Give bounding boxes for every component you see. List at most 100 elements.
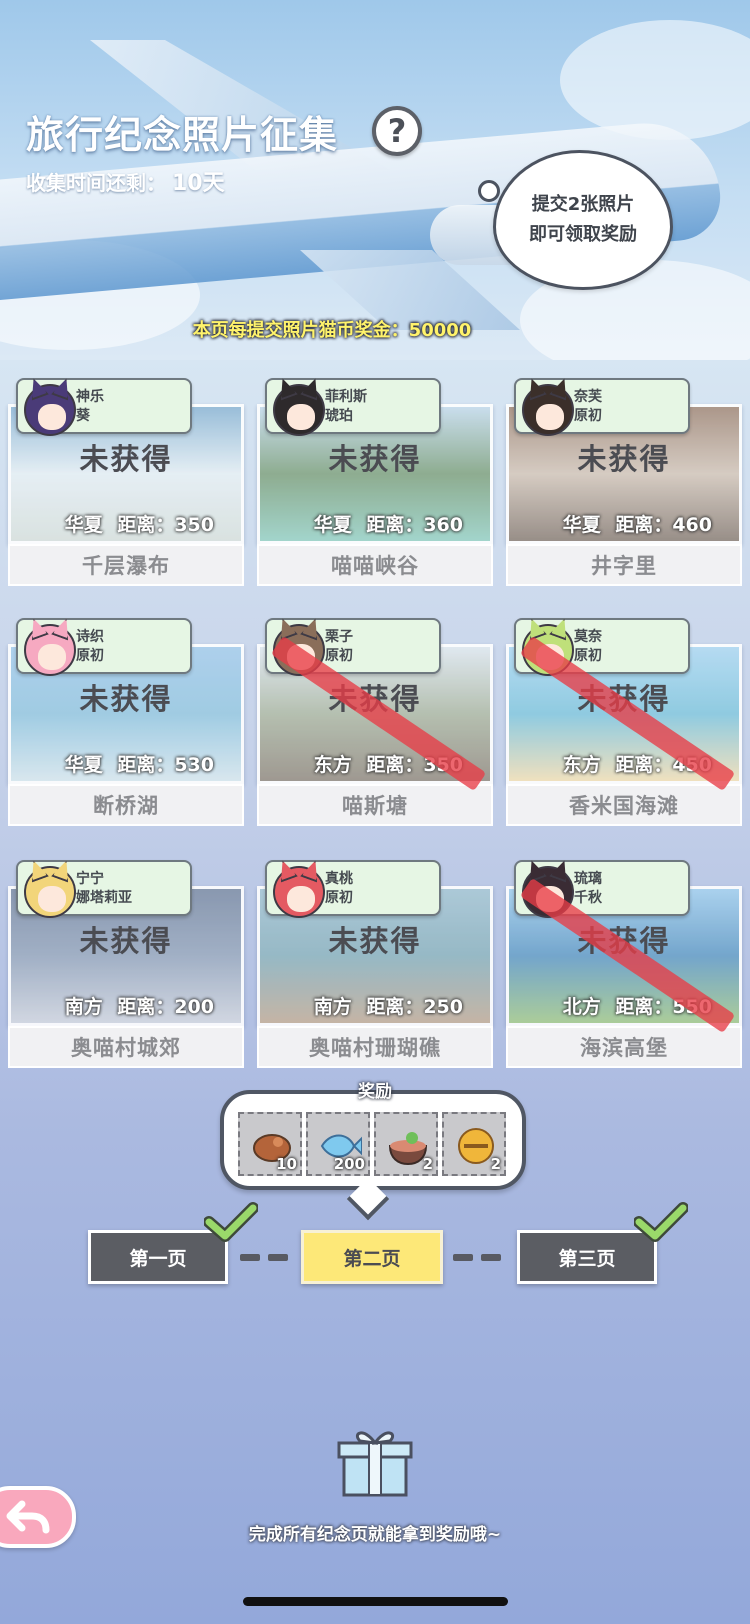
region-label: 华夏 [64,514,103,536]
region-label: 南方 [64,996,103,1018]
character-names: 菲利斯 琥珀 [325,388,367,426]
character-names: 诗织 原初 [76,628,104,666]
back-arrow-icon [6,1500,50,1534]
avatar-face [287,404,315,430]
character-names: 神乐 葵 [76,388,104,426]
help-button[interactable]: ? [372,106,422,156]
photo-card[interactable]: 未获得 华夏 距离：360 喵喵峡谷 菲利斯 琥珀 [257,364,493,586]
character-tag: 奈芙 原初 [514,378,690,436]
character-name: 莫奈 [574,629,602,645]
region-label: 华夏 [562,514,601,536]
character-subname: 原初 [76,648,104,664]
bubble-tail [478,180,500,202]
reward-count: 2 [490,1155,501,1173]
character-avatar-icon [273,866,325,918]
page-title: 旅行纪念照片征集 [26,113,339,157]
page-tab-label: 第二页 [343,1247,401,1270]
location-name: 奥喵村城郊 [8,1026,244,1068]
checkmark-icon [634,1202,688,1242]
character-subname: 琥珀 [325,408,353,424]
character-name: 诗织 [76,629,104,645]
page-connector [453,1254,473,1261]
reward-count: 2 [422,1155,433,1173]
page-tab-label: 第三页 [558,1247,616,1270]
distance-value: 距离：250 [366,996,463,1018]
photo-card[interactable]: 未获得 华夏 距离：460 井字里 奈芙 原初 [506,364,742,586]
photo-card[interactable]: 未获得 华夏 距离：350 千层瀑布 神乐 葵 [8,364,244,586]
distance-value: 距离：200 [117,996,214,1018]
avatar-face [536,404,564,430]
character-name: 琉璃 [574,871,602,887]
character-subname: 原初 [574,648,602,664]
distance-label: 华夏 距离：460 [563,510,712,537]
character-names: 栗子 原初 [325,628,353,666]
distance-value: 距离：360 [366,514,463,536]
reward-item[interactable]: 2 [374,1112,438,1176]
location-name: 喵斯塘 [257,784,493,826]
character-tag: 宁宁 娜塔莉亚 [16,860,192,918]
location-name: 喵喵峡谷 [257,544,493,586]
character-tag: 菲利斯 琥珀 [265,378,441,436]
photo-card[interactable]: 未获得 华夏 距离：530 断桥湖 诗织 原初 [8,604,244,826]
checkmark-icon [204,1202,258,1242]
region-label: 华夏 [313,514,352,536]
reward-label: 奖励 [358,1082,392,1102]
gift-box-icon[interactable] [336,1425,414,1497]
countdown: 收集时间还剩： 10天 [26,165,225,197]
character-name: 真桃 [325,871,353,887]
character-name: 菲利斯 [325,389,367,405]
character-subname: 葵 [76,408,90,424]
avatar-face [38,404,66,430]
region-label: 华夏 [64,754,103,776]
region-label: 东方 [562,754,601,776]
character-name: 栗子 [325,629,353,645]
character-subname: 娜塔莉亚 [76,890,132,906]
reward-panel: 10 200 2 2 [220,1090,526,1190]
countdown-label: 收集时间还剩： [26,171,166,195]
bonus-banner: 本页每提交照片猫币奖金：50000 [180,316,484,342]
bonus-text: 本页每提交照片猫币奖金：50000 [192,320,472,341]
character-tag: 神乐 葵 [16,378,192,436]
character-names: 奈芙 原初 [574,388,602,426]
location-name: 千层瀑布 [8,544,244,586]
reward-count: 200 [333,1155,365,1173]
page-connector [268,1254,288,1261]
location-name: 海滨高堡 [506,1026,742,1068]
reward-item[interactable]: 200 [306,1112,370,1176]
reward-item[interactable]: 2 [442,1112,506,1176]
status-label: 未获得 [79,442,173,476]
avatar-face [287,886,315,912]
page-tab-2[interactable]: 第二页 [301,1230,443,1284]
status-label: 未获得 [79,682,173,716]
distance-label: 华夏 距离：360 [314,510,463,537]
avatar-face [38,886,66,912]
photo-card[interactable]: 未获得 东方 距离：350 喵斯塘 栗子 原初 [257,604,493,826]
photo-card[interactable]: 未获得 南方 距离：250 奥喵村珊瑚礁 真桃 原初 [257,846,493,1068]
photo-card[interactable]: 未获得 北方 距离：550 海滨高堡 琉璃 千秋 [506,846,742,1068]
character-names: 宁宁 娜塔莉亚 [76,870,132,908]
countdown-value: 10天 [172,171,225,196]
character-avatar-icon [24,384,76,436]
character-subname: 千秋 [574,890,602,906]
home-indicator[interactable] [243,1597,508,1606]
back-button[interactable] [0,1486,76,1548]
location-name: 奥喵村珊瑚礁 [257,1026,493,1068]
character-names: 莫奈 原初 [574,628,602,666]
region-label: 东方 [313,754,352,776]
location-name: 香米国海滩 [506,784,742,826]
question-icon: ? [387,112,407,150]
photo-card[interactable]: 未获得 东方 距离：450 香米国海滩 莫奈 原初 [506,604,742,826]
location-name: 井字里 [506,544,742,586]
character-avatar-icon [522,384,574,436]
cloud [560,20,750,140]
distance-value: 距离：350 [117,514,214,536]
location-name: 断桥湖 [8,784,244,826]
character-avatar-icon [273,384,325,436]
status-label: 未获得 [328,442,422,476]
region-label: 北方 [562,996,601,1018]
character-subname: 原初 [325,648,353,664]
photo-card[interactable]: 未获得 南方 距离：200 奥喵村城郊 宁宁 娜塔莉亚 [8,846,244,1068]
character-name: 宁宁 [76,871,104,887]
reward-item[interactable]: 10 [238,1112,302,1176]
distance-value: 距离：530 [117,754,214,776]
